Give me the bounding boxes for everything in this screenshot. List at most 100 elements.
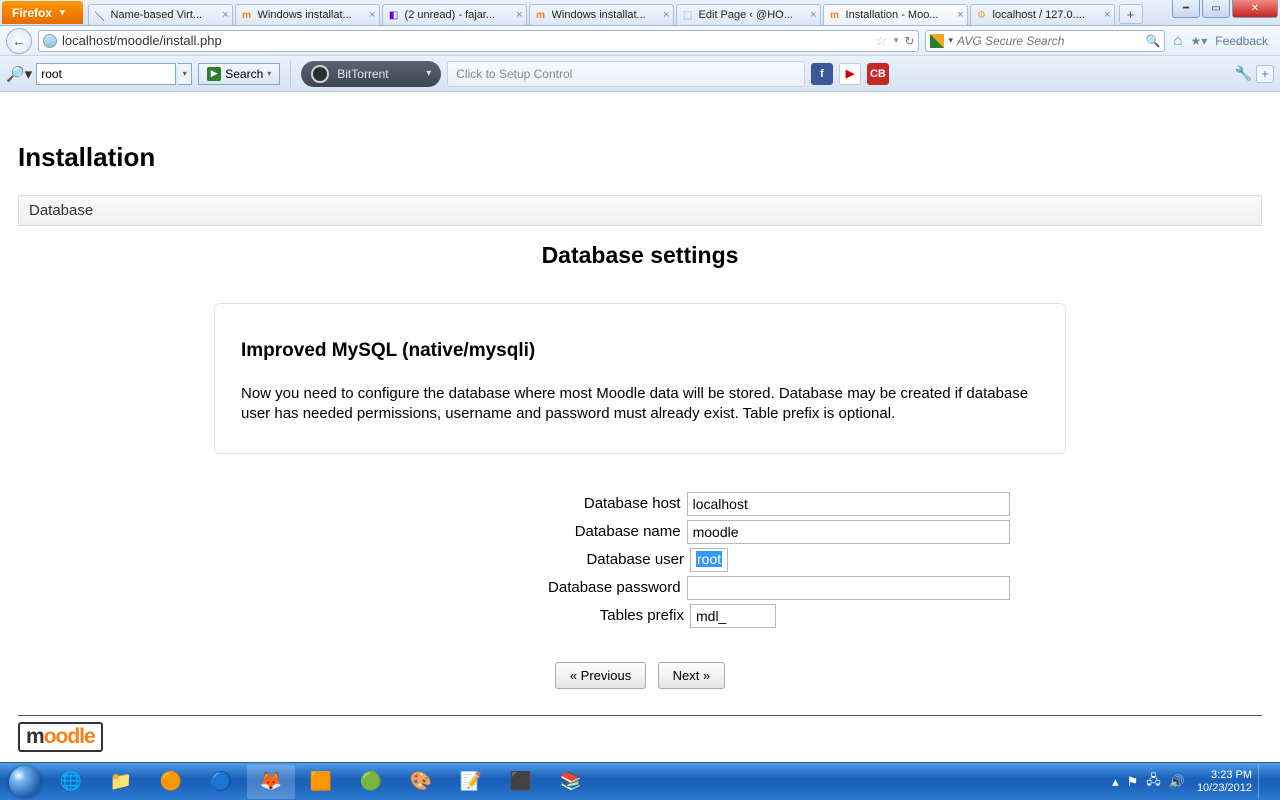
- taskbar-mediaplayer[interactable]: 🟠: [147, 765, 195, 799]
- favicon-icon: m: [828, 8, 842, 22]
- tab-5-active[interactable]: mInstallation - Moo...×: [823, 4, 968, 25]
- previous-button[interactable]: « Previous: [555, 662, 646, 689]
- close-icon[interactable]: ×: [957, 9, 963, 21]
- url-input[interactable]: [62, 33, 871, 48]
- taskbar-idm[interactable]: 🟢: [347, 765, 395, 799]
- reload-icon[interactable]: ↻: [904, 34, 914, 48]
- close-icon[interactable]: ×: [222, 9, 228, 21]
- taskbar-xampp[interactable]: 🟧: [297, 765, 345, 799]
- system-tray: ▴ ⚑ 🖧 🔊 3:23 PM 10/23/2012: [1108, 765, 1276, 799]
- favicon-icon: ◧: [387, 8, 401, 22]
- browser-search-box[interactable]: ▾ 🔍: [925, 30, 1165, 52]
- tray-network-icon[interactable]: 🖧: [1146, 771, 1161, 793]
- start-button[interactable]: [4, 765, 46, 799]
- section-header: Database: [18, 195, 1262, 226]
- next-button[interactable]: Next »: [658, 662, 726, 689]
- site-identity-icon[interactable]: [43, 34, 57, 48]
- favicon-icon: ⬚: [681, 8, 695, 22]
- taskbar-ie[interactable]: 🌐: [47, 765, 95, 799]
- facebook-icon[interactable]: f: [811, 63, 833, 85]
- tab-label: Name-based Virt...: [111, 9, 228, 21]
- toolbar-search-dropdown[interactable]: ▾: [178, 63, 192, 85]
- maximize-button[interactable]: ▭: [1202, 0, 1230, 18]
- tray-volume-icon[interactable]: 🔊: [1169, 774, 1185, 790]
- tray-up-icon[interactable]: ▴: [1112, 774, 1119, 790]
- page-heading: Database settings: [18, 242, 1262, 269]
- add-toolbar-button[interactable]: +: [1256, 65, 1274, 83]
- back-button[interactable]: ←: [6, 28, 32, 54]
- taskbar-paint[interactable]: 🎨: [397, 765, 445, 799]
- bittorrent-control[interactable]: BitTorrent: [301, 61, 441, 87]
- toolbar-search-input[interactable]: [36, 63, 176, 85]
- tab-6[interactable]: ⚙ localhost / 127.0....×: [970, 4, 1115, 25]
- taskbar-explorer[interactable]: 📁: [97, 765, 145, 799]
- tab-4[interactable]: ⬚ Edit Page ‹ @HO...×: [676, 4, 821, 25]
- label-db-pass: Database password: [270, 579, 687, 596]
- browser-search-input[interactable]: [957, 34, 1144, 48]
- taskbar-firefox[interactable]: 🦊: [247, 765, 295, 799]
- taskbar-notepad[interactable]: 📝: [447, 765, 495, 799]
- bookmark-star-icon[interactable]: ☆: [875, 33, 887, 49]
- windows-taskbar: 🌐 📁 🟠 🔵 🦊 🟧 🟢 🎨 📝 ⬛ 📚 ▴ ⚑ 🖧 🔊 3:23 PM 10…: [0, 762, 1280, 800]
- page-content: Installation Database Database settings …: [0, 92, 1280, 752]
- tab-label: Windows installat...: [552, 9, 669, 21]
- tab-1[interactable]: mWindows installat...×: [235, 4, 380, 25]
- youtube-icon[interactable]: ▶: [839, 63, 861, 85]
- window-close-button[interactable]: ✕: [1232, 0, 1278, 18]
- bittorrent-label: BitTorrent: [337, 67, 388, 81]
- home-button[interactable]: ⌂: [1173, 32, 1182, 49]
- input-db-prefix[interactable]: [690, 604, 776, 628]
- footer-divider: [18, 715, 1262, 716]
- chevron-down-icon[interactable]: ▾: [267, 69, 271, 78]
- tab-label: Windows installat...: [258, 9, 375, 21]
- close-icon[interactable]: ×: [663, 9, 669, 21]
- close-icon[interactable]: ×: [369, 9, 375, 21]
- label-db-host: Database host: [270, 495, 687, 512]
- new-tab-button[interactable]: +: [1119, 4, 1143, 24]
- go-icon: ▶: [207, 67, 221, 81]
- avg-icon: [930, 34, 944, 48]
- toolbar-search-button[interactable]: ▶Search▾: [198, 63, 280, 85]
- close-icon[interactable]: ×: [1104, 9, 1110, 21]
- tray-clock[interactable]: 3:23 PM 10/23/2012: [1197, 769, 1252, 794]
- wrench-icon[interactable]: 🔧: [1235, 65, 1252, 82]
- tab-0[interactable]: ＼Name-based Virt...×: [88, 4, 233, 25]
- tab-3[interactable]: mWindows installat...×: [529, 4, 674, 25]
- driver-info-box: Improved MySQL (native/mysqli) Now you n…: [214, 303, 1066, 454]
- tab-label: Edit Page ‹ @HO...: [699, 9, 816, 21]
- input-db-user[interactable]: root: [690, 548, 728, 572]
- taskbar-cmd[interactable]: ⬛: [497, 765, 545, 799]
- tab-2[interactable]: ◧ (2 unread) - fajar...×: [382, 4, 527, 25]
- history-dropdown-icon[interactable]: ▾: [894, 35, 899, 46]
- minimize-button[interactable]: ━: [1172, 0, 1200, 18]
- addon-toolbar: 🔎▾ ▾ ▶Search▾ BitTorrent Click to Setup …: [0, 56, 1280, 92]
- label-db-user: Database user: [270, 551, 690, 568]
- feedback-link[interactable]: Feedback: [1215, 34, 1268, 48]
- input-db-pass[interactable]: [687, 576, 1010, 600]
- firefox-menu-button[interactable]: Firefox: [2, 1, 83, 24]
- setup-control-bar[interactable]: Click to Setup Control: [447, 61, 805, 87]
- bookmarks-menu-button[interactable]: ★▾: [1191, 34, 1208, 48]
- show-desktop-button[interactable]: [1258, 765, 1270, 799]
- page-title: Installation: [18, 142, 1262, 173]
- input-db-host[interactable]: [687, 492, 1010, 516]
- tab-label: (2 unread) - fajar...: [405, 9, 522, 21]
- tray-flag-icon[interactable]: ⚑: [1127, 774, 1139, 790]
- taskbar-winrar[interactable]: 📚: [547, 765, 595, 799]
- taskbar-skype[interactable]: 🔵: [197, 765, 245, 799]
- favicon-icon: ⚙: [975, 8, 989, 22]
- moodle-logo[interactable]: moodle: [18, 722, 103, 752]
- window-titlebar: Firefox ＼Name-based Virt...× mWindows in…: [0, 0, 1280, 26]
- url-bar[interactable]: ☆ ▾ ↻: [38, 30, 919, 52]
- label-db-prefix: Tables prefix: [270, 607, 690, 624]
- close-icon[interactable]: ×: [516, 9, 522, 21]
- separator: [290, 61, 291, 87]
- driver-title: Improved MySQL (native/mysqli): [241, 340, 1039, 362]
- chevron-down-icon[interactable]: ▾: [948, 35, 953, 46]
- search-icon[interactable]: 🔍: [1146, 34, 1161, 48]
- input-db-name[interactable]: [687, 520, 1010, 544]
- cb-icon[interactable]: CB: [867, 63, 889, 85]
- tab-label: localhost / 127.0....: [993, 9, 1110, 21]
- close-icon[interactable]: ×: [810, 9, 816, 21]
- window-controls: ━ ▭ ✕: [1170, 0, 1280, 25]
